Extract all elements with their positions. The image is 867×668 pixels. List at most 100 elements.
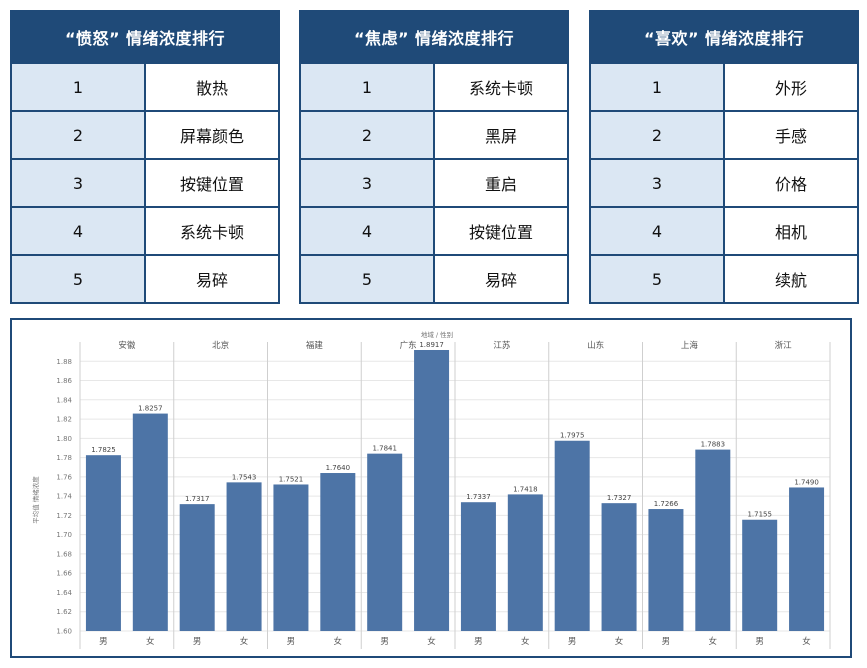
gender-label: 女 <box>334 636 343 647</box>
data-label: 1.7543 <box>232 473 257 481</box>
y-tick-label: 1.82 <box>56 416 72 424</box>
table-row: 5 易碎 <box>299 254 569 304</box>
table-row: 2 黑屏 <box>299 110 569 160</box>
table-row: 4 系统卡顿 <box>10 206 280 256</box>
y-tick-label: 1.72 <box>56 512 72 520</box>
like-table-title: “喜欢” 情绪浓度排行 <box>589 10 859 64</box>
y-tick-label: 1.64 <box>56 589 72 597</box>
rank-number: 1 <box>10 62 146 112</box>
gender-label: 男 <box>755 637 764 647</box>
bar <box>601 503 637 631</box>
rank-item: 价格 <box>723 158 859 208</box>
gender-label: 男 <box>662 637 671 647</box>
table-row: 5 续航 <box>589 254 859 304</box>
region-label: 广东 <box>400 340 417 351</box>
region-label: 山东 <box>587 340 604 351</box>
bar <box>132 413 168 631</box>
region-label: 福建 <box>306 340 324 351</box>
region-label: 北京 <box>212 340 229 351</box>
rank-number: 1 <box>589 62 725 112</box>
bar <box>85 455 121 631</box>
table-row: 4 按键位置 <box>299 206 569 256</box>
data-label: 1.8257 <box>138 405 163 413</box>
gender-label: 女 <box>427 636 436 647</box>
anxiety-ranking-table: “焦虑” 情绪浓度排行 1 系统卡顿 2 黑屏 3 重启 4 按键位置 5 易碎 <box>299 10 569 304</box>
rank-number: 4 <box>589 206 725 256</box>
y-tick-label: 1.62 <box>56 608 72 616</box>
table-row: 1 外形 <box>589 62 859 112</box>
gender-label: 男 <box>193 637 202 647</box>
table-row: 3 按键位置 <box>10 158 280 208</box>
y-tick-label: 1.88 <box>56 358 72 366</box>
data-label: 1.7521 <box>279 475 304 483</box>
y-tick-labels: 1.60 1.62 1.64 1.66 1.68 1.70 1.72 1.74 1.76 1.78… <box>56 358 72 636</box>
gender-label: 女 <box>615 636 624 647</box>
rank-item: 按键位置 <box>433 206 569 256</box>
rank-item: 外形 <box>723 62 859 112</box>
gender-label: 女 <box>146 636 155 647</box>
region-label: 江苏 <box>493 340 511 351</box>
like-ranking-table: “喜欢” 情绪浓度排行 1 外形 2 手感 3 价格 4 相机 5 续航 <box>589 10 859 304</box>
rank-number: 5 <box>299 254 435 304</box>
y-tick-label: 1.78 <box>56 454 72 462</box>
y-tick-label: 1.84 <box>56 396 72 404</box>
rank-item: 相机 <box>723 206 859 256</box>
gender-label: 男 <box>287 637 296 647</box>
y-tick-label: 1.76 <box>56 473 72 481</box>
rank-number: 3 <box>10 158 146 208</box>
rank-item: 按键位置 <box>144 158 280 208</box>
bar <box>460 502 496 631</box>
table-row: 2 屏幕颜色 <box>10 110 280 160</box>
rank-item: 屏幕颜色 <box>144 110 280 160</box>
y-axis-label: 平均值 情绪浓度 <box>31 476 40 524</box>
table-row: 1 系统卡顿 <box>299 62 569 112</box>
bar <box>789 487 825 631</box>
rank-number: 5 <box>10 254 146 304</box>
y-tick-label: 1.86 <box>56 377 72 385</box>
gender-label: 女 <box>802 636 811 647</box>
bar <box>507 494 543 631</box>
bar <box>648 509 684 631</box>
gender-label: 男 <box>380 637 389 647</box>
region-label: 安徽 <box>118 340 136 351</box>
anger-table-title: “愤怒” 情绪浓度排行 <box>10 10 280 64</box>
table-row: 2 手感 <box>589 110 859 160</box>
rank-item: 易碎 <box>433 254 569 304</box>
rank-item: 手感 <box>723 110 859 160</box>
table-row: 4 相机 <box>589 206 859 256</box>
data-label: 1.8917 <box>419 341 444 349</box>
rank-number: 1 <box>299 62 435 112</box>
rank-number: 4 <box>10 206 146 256</box>
table-row: 5 易碎 <box>10 254 280 304</box>
rank-number: 2 <box>10 110 146 160</box>
data-label: 1.7337 <box>466 493 491 501</box>
region-label: 上海 <box>681 340 699 351</box>
data-label: 1.7640 <box>326 464 351 472</box>
y-tick-label: 1.68 <box>56 550 72 558</box>
rank-number: 4 <box>299 206 435 256</box>
rank-item: 系统卡顿 <box>144 206 280 256</box>
data-label: 1.7418 <box>513 485 538 493</box>
gender-label: 女 <box>521 636 530 647</box>
rank-item: 易碎 <box>144 254 280 304</box>
region-label: 浙江 <box>775 340 793 351</box>
data-label: 1.7317 <box>185 495 210 503</box>
y-tick-label: 1.66 <box>56 570 72 578</box>
bar <box>320 473 356 631</box>
bar <box>367 453 403 631</box>
data-label: 1.7883 <box>701 441 726 449</box>
data-label: 1.7841 <box>372 445 397 453</box>
bar <box>695 449 731 631</box>
gender-label: 男 <box>99 637 108 647</box>
data-label: 1.7490 <box>794 478 819 486</box>
gender-label: 女 <box>709 636 718 647</box>
bar <box>414 349 450 631</box>
rank-number: 2 <box>589 110 725 160</box>
gender-label: 男 <box>474 637 483 647</box>
emotion-intensity-chart: 地域 / 性别 平均值 情绪浓度 1.60 1.62 1.64 1.66 1.68 1.7… <box>10 318 852 658</box>
rank-number: 3 <box>589 158 725 208</box>
anger-ranking-table: “愤怒” 情绪浓度排行 1 散热 2 屏幕颜色 3 按键位置 4 系统卡顿 5 易碎 <box>10 10 280 304</box>
bar <box>179 504 215 631</box>
data-label: 1.7155 <box>747 511 772 519</box>
table-row: 3 重启 <box>299 158 569 208</box>
